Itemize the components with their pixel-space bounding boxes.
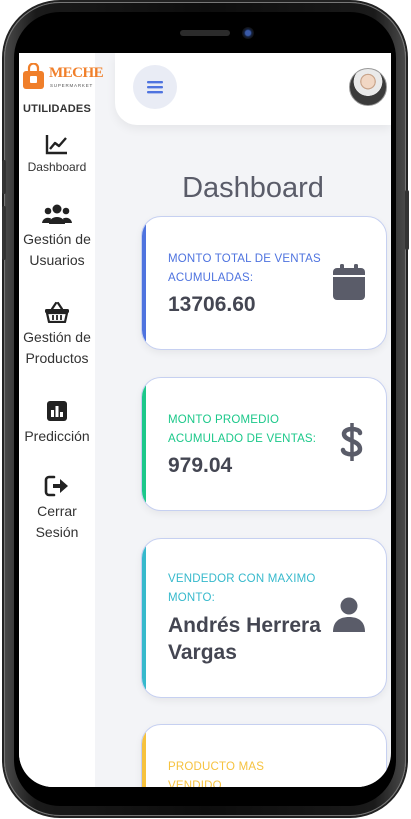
brand-name: MECHE (49, 65, 104, 81)
sidebar-toggle-button[interactable] (133, 65, 177, 109)
phone-volume-up (2, 160, 6, 194)
dollar-icon (340, 423, 363, 461)
user-icon (333, 597, 365, 632)
kpi-value: 13706.60 (168, 293, 256, 316)
sidebar-item-label: Dashboard (27, 160, 87, 174)
kpi-label: VENDEDOR CON MAXIMO MONTO: (168, 573, 316, 604)
card-accent (142, 725, 146, 787)
sidebar-item-cerrar-sesion[interactable]: Cerrar Sesión (19, 475, 95, 543)
kpi-label: PRODUCTO MAS VENDIDO (168, 761, 265, 787)
hamburger-icon (147, 81, 163, 94)
brand-subtitle: SUPERMARKET (50, 83, 94, 88)
topbar (115, 53, 391, 125)
app-screen: MECHE SUPERMARKET UTILIDADES Dashboard G… (19, 53, 391, 787)
sidebar: MECHE SUPERMARKET UTILIDADES Dashboard G… (19, 53, 104, 787)
kpi-label: MONTO TOTAL DE VENTAS ACUMULADAS: (168, 253, 321, 284)
kpi-label: MONTO PROMEDIO ACUMULADO DE VENTAS: (168, 414, 317, 445)
card-accent (142, 539, 146, 697)
sidebar-item-label: Gestión de Usuarios (23, 231, 91, 268)
sidebar-item-label: Gestión de Productos (23, 329, 91, 366)
basket-icon (45, 301, 69, 323)
kpi-card-total-ventas: MONTO TOTAL DE VENTAS ACUMULADAS: 13706.… (141, 216, 387, 350)
kpi-card-promedio-ventas: MONTO PROMEDIO ACUMULADO DE VENTAS: 979.… (141, 377, 387, 511)
chart-line-icon (45, 135, 67, 155)
kpi-card-vendedor-maximo: VENDEDOR CON MAXIMO MONTO: Andrés Herrer… (141, 538, 387, 698)
sidebar-item-label: Cerrar Sesión (35, 503, 79, 540)
sidebar-item-dashboard[interactable]: Dashboard (19, 133, 95, 175)
users-icon (42, 204, 72, 224)
phone-camera (242, 27, 254, 39)
page-title: Dashboard (182, 172, 324, 205)
kpi-value: 979.04 (168, 454, 233, 477)
sidebar-item-usuarios[interactable]: Gestión de Usuarios (19, 203, 95, 271)
brand-logo[interactable]: MECHE SUPERMARKET (19, 61, 104, 97)
card-accent (142, 378, 146, 510)
phone-volume-down (2, 206, 6, 260)
shopping-bag-icon (23, 63, 44, 89)
sidebar-item-prediccion[interactable]: Predicción (19, 400, 95, 447)
user-avatar[interactable] (349, 68, 387, 106)
sidebar-heading: UTILIDADES (23, 103, 91, 115)
card-accent (142, 217, 146, 349)
sign-out-icon (44, 475, 68, 497)
kpi-value: Andrés Herrera Vargas (168, 614, 321, 664)
calendar-icon (333, 264, 365, 300)
sidebar-item-label: Predicción (24, 428, 90, 444)
sidebar-item-productos[interactable]: Gestión de Productos (19, 301, 95, 369)
phone-speaker (180, 30, 230, 36)
poll-icon (47, 401, 67, 421)
kpi-card-producto-mas-vendido: PRODUCTO MAS VENDIDO (141, 724, 387, 787)
phone-power-button (405, 190, 409, 250)
